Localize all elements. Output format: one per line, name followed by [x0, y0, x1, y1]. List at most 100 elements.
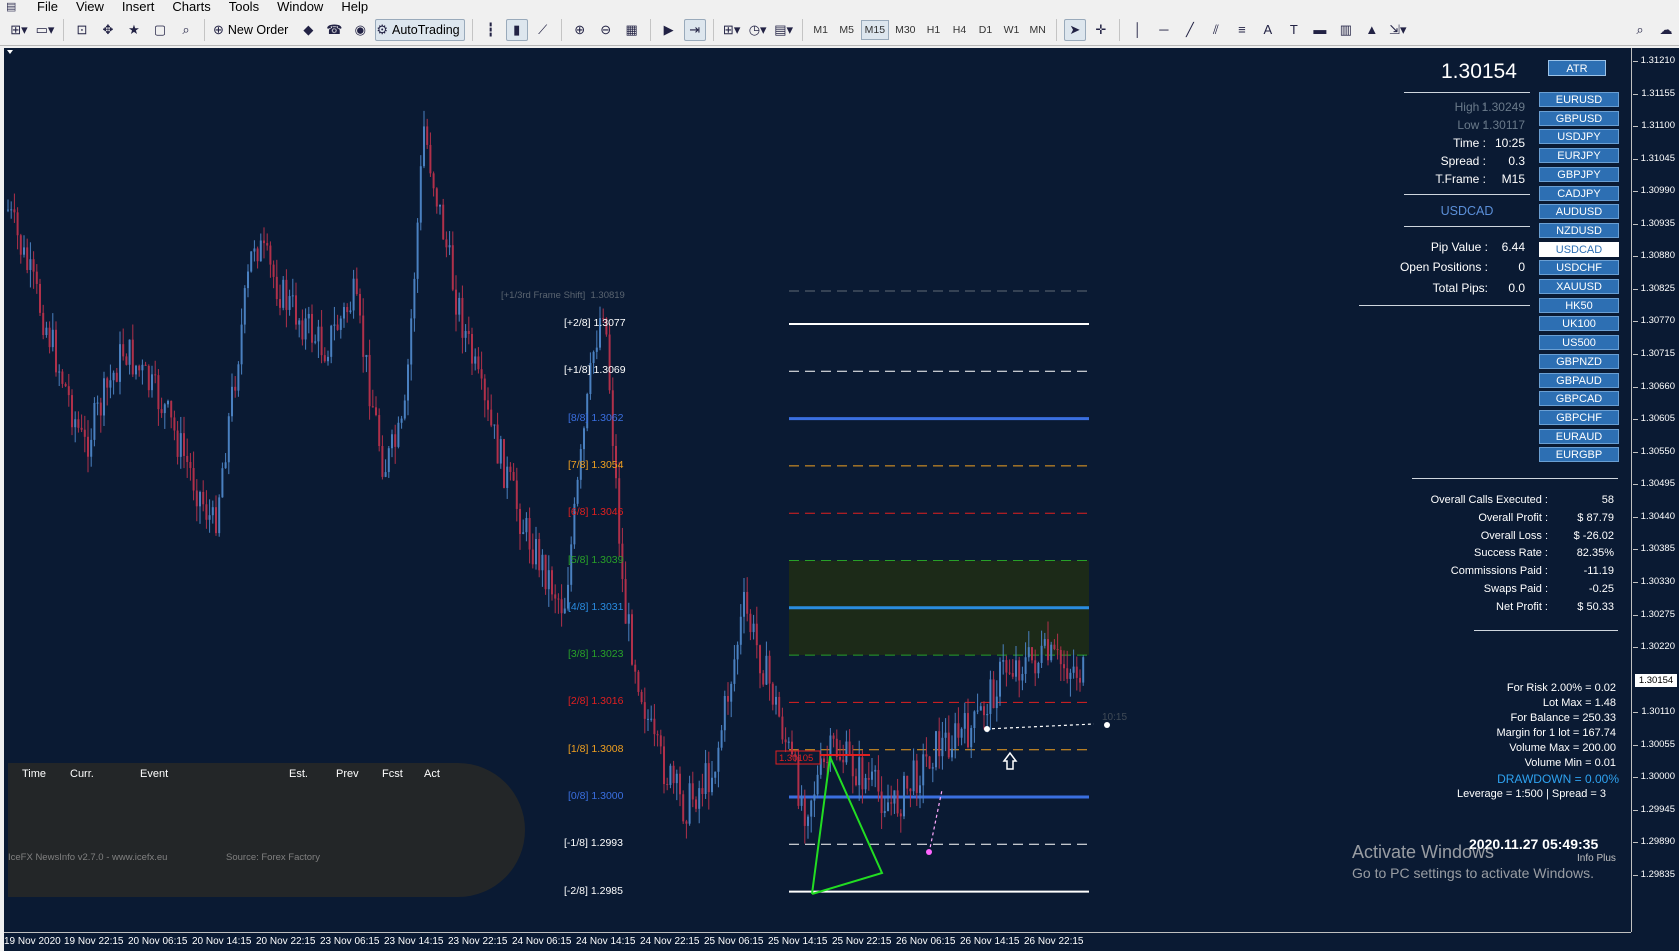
atr-button[interactable]: ATR [1548, 60, 1606, 76]
templates-icon[interactable]: ▤▾ [773, 19, 795, 41]
symbol-button-usdjpy[interactable]: USDJPY [1539, 129, 1619, 145]
timeframe-h4[interactable]: H4 [948, 20, 972, 40]
symbol-button-usdcad[interactable]: USDCAD [1539, 241, 1619, 257]
gann-icon[interactable]: ▥ [1335, 19, 1357, 41]
menu-file[interactable]: File [30, 0, 69, 14]
risk-line: Margin for 1 lot = 167.74 [1496, 727, 1616, 739]
timeframe-d1[interactable]: D1 [974, 20, 998, 40]
price-tick-label: 1.30880 [1632, 250, 1675, 262]
menu-tools[interactable]: Tools [222, 0, 270, 14]
periods-icon[interactable]: ◷▾ [747, 19, 769, 41]
symbol-button-nzdusd[interactable]: NZDUSD [1539, 222, 1619, 238]
cursor-icon[interactable]: ➤ [1063, 18, 1086, 41]
candle-body [912, 760, 915, 792]
auto-scroll-icon[interactable]: ▶ [658, 19, 680, 41]
candle-body [759, 645, 761, 674]
symbol-button-euraud[interactable]: EURAUD [1539, 428, 1619, 444]
menu-insert[interactable]: Insert [115, 0, 166, 14]
symbol-button-eurusd[interactable]: EURUSD [1539, 92, 1619, 107]
candle-body [442, 204, 445, 240]
symbol-button-gbpnzd[interactable]: GBPNZD [1539, 353, 1619, 369]
candle-body [727, 696, 729, 702]
triangle-icon[interactable]: ▲ [1361, 19, 1383, 41]
price-tick-label: 1.31045 [1632, 152, 1675, 164]
tile-windows-icon[interactable]: ▦ [621, 19, 643, 41]
app-icon[interactable]: ▤ [6, 0, 22, 14]
autotrading-button[interactable]: ⚙ AutoTrading [375, 18, 465, 41]
text-icon[interactable]: A [1257, 19, 1279, 41]
candle-body [557, 598, 560, 600]
horizontal-line-icon[interactable]: ─ [1153, 19, 1175, 41]
line-chart-icon[interactable]: ⟋ [532, 19, 554, 41]
symbol-button-us500[interactable]: US500 [1539, 335, 1619, 351]
candle-body [1005, 660, 1008, 673]
profiles-icon[interactable]: ▭▾ [34, 19, 56, 41]
arrows-icon[interactable]: ⇲▾ [1387, 19, 1409, 41]
new-order-button[interactable]: ⊕ New Order [212, 19, 293, 41]
timeframe-m5[interactable]: M5 [835, 20, 859, 40]
price-tick-label: 1.30990 [1632, 185, 1675, 197]
price-axis[interactable]: 1.31210 1.31155 1.31100 1.31045 1.30990 1.309… [1631, 48, 1679, 932]
crosshair-icon[interactable]: ✛ [1090, 19, 1112, 41]
vertical-line-icon[interactable]: │ [1127, 19, 1149, 41]
community-icon[interactable]: ☁ [1655, 19, 1677, 41]
terminal-icon[interactable]: ▢ [149, 19, 171, 41]
time-tick-label: 23 Nov 14:15 [384, 936, 444, 947]
indicators-icon[interactable]: ⊞▾ [721, 19, 743, 41]
news-header-currency: Curr. [70, 768, 94, 780]
zoom-out-icon[interactable]: ⊖ [595, 19, 617, 41]
new-chart-icon[interactable]: ⊞▾ [8, 19, 30, 41]
navigator-icon[interactable]: ★ [123, 19, 145, 41]
chart-shift-icon[interactable]: ⇥ [683, 18, 706, 41]
symbol-button-cadjpy[interactable]: CADJPY [1539, 185, 1619, 201]
candle-body [855, 776, 857, 786]
timeframe-w1[interactable]: W1 [1000, 20, 1024, 40]
menu-charts[interactable]: Charts [165, 0, 221, 14]
symbol-button-xauusd[interactable]: XAUUSD [1539, 279, 1619, 294]
symbol-button-gbpusd[interactable]: GBPUSD [1539, 110, 1619, 126]
market-icon[interactable]: ◉ [349, 19, 371, 41]
search-icon[interactable]: ⌕ [1629, 19, 1651, 41]
timeframe-m1[interactable]: M1 [809, 20, 833, 40]
candle-body [496, 424, 499, 464]
symbol-button-uk100[interactable]: UK100 [1539, 316, 1619, 332]
symbol-button-usdchf[interactable]: USDCHF [1539, 260, 1619, 276]
candle-body [74, 419, 77, 428]
chart-window[interactable]: 1.30105 10:15 [+1/3rd Frame Shift] 1.3081… [4, 48, 1679, 951]
bar-chart-icon[interactable]: ┇ [480, 19, 502, 41]
candle-body [362, 315, 365, 357]
timeframe-mn[interactable]: MN [1026, 20, 1050, 40]
timeframe-m30[interactable]: M30 [891, 20, 919, 40]
rectangle-icon[interactable]: ▬ [1309, 19, 1331, 41]
candle-body [643, 702, 646, 719]
candle-body [1047, 639, 1049, 661]
text-label-icon[interactable]: T [1283, 19, 1305, 41]
symbol-button-gbpcad[interactable]: GBPCAD [1539, 391, 1619, 407]
trendline-icon[interactable]: ╱ [1179, 19, 1201, 41]
tester-icon[interactable]: ⌕ [175, 19, 197, 41]
channel-icon[interactable]: ⫽ [1205, 19, 1227, 41]
timeframe-h1[interactable]: H1 [922, 20, 946, 40]
symbol-button-eurjpy[interactable]: EURJPY [1539, 148, 1619, 164]
signals-icon[interactable]: ☎ [323, 19, 345, 41]
candle-body [538, 539, 541, 571]
symbol-button-hk50[interactable]: HK50 [1539, 297, 1619, 313]
timeframe-m15[interactable]: M15 [860, 19, 890, 40]
fibonacci-icon[interactable]: ≡ [1231, 19, 1253, 41]
metaeditor-icon[interactable]: ◆ [297, 19, 319, 41]
zoom-in-icon[interactable]: ⊕ [569, 19, 591, 41]
candlestick-icon[interactable]: ▮ [505, 18, 528, 41]
symbol-button-gbpchf[interactable]: GBPCHF [1539, 409, 1619, 425]
candle-body [752, 623, 755, 633]
data-window-icon[interactable]: ✥ [97, 19, 119, 41]
market-watch-icon[interactable]: ⊡ [71, 19, 93, 41]
menu-window[interactable]: Window [270, 0, 334, 14]
menu-help[interactable]: Help [334, 0, 379, 14]
symbol-button-gbpjpy[interactable]: GBPJPY [1539, 166, 1619, 182]
symbol-button-gbpaud[interactable]: GBPAUD [1539, 372, 1619, 388]
symbol-button-audusd[interactable]: AUDUSD [1539, 204, 1619, 220]
candle-body [416, 222, 419, 279]
symbol-button-eurgbp[interactable]: EURGBP [1539, 447, 1619, 463]
time-axis[interactable]: 19 Nov 2020 19 Nov 22:15 20 Nov 06:15 20 No… [4, 932, 1631, 951]
menu-view[interactable]: View [69, 0, 115, 14]
